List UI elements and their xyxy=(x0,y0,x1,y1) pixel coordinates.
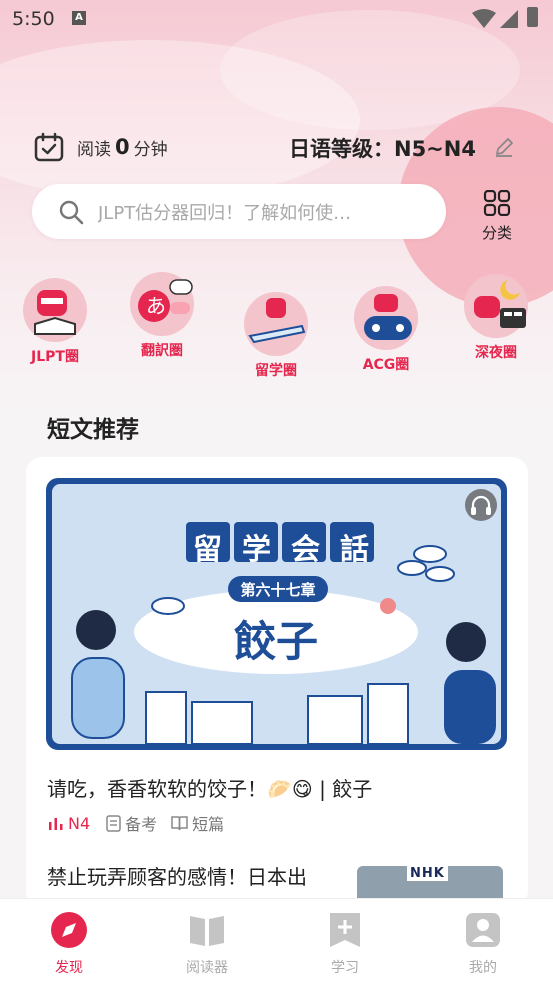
circle-acg[interactable]: ACG圈 xyxy=(346,286,426,374)
article-tag: 备考 xyxy=(125,815,158,834)
translate-mascot-icon: あ xyxy=(130,272,194,336)
tab-mine[interactable]: 我的 xyxy=(443,911,523,977)
tab-reader[interactable]: 阅读器 xyxy=(167,911,247,977)
reading-prefix: 阅读 xyxy=(77,139,111,160)
article-meta: N4 备考 短篇 xyxy=(48,811,238,835)
banner-chapter: 第六十七章 xyxy=(240,581,316,599)
category-button[interactable]: 分类 xyxy=(478,189,516,243)
circle-jlpt[interactable]: JLPT圈 xyxy=(15,278,95,366)
edit-pencil-icon[interactable] xyxy=(494,137,514,157)
reading-time[interactable]: 阅读 0 分钟 xyxy=(34,131,168,163)
bar-chart-icon xyxy=(49,818,63,830)
wifi-icon xyxy=(472,9,496,28)
article-title[interactable]: 请吃，香香软软的饺子！🥟😋 | 餃子 xyxy=(47,773,372,802)
circle-study-abroad[interactable]: 留学圈 xyxy=(236,292,316,380)
article-level: N4 xyxy=(68,813,91,833)
circle-label: 留学圈 xyxy=(255,363,297,379)
circle-translate[interactable]: あ 翻訳圏 xyxy=(122,272,202,360)
banner-illustration: 留学会話 第六十七章 餃子 xyxy=(52,484,501,745)
banner-subject: 餃子 xyxy=(233,617,318,666)
circle-label: ACG圈 xyxy=(362,357,410,373)
notification-a-icon: A xyxy=(72,11,86,25)
game-controller-mascot-icon xyxy=(354,286,418,350)
bookmark-plus-icon xyxy=(330,913,360,947)
nhk-logo: NHK xyxy=(407,866,448,881)
status-time: 5:50 xyxy=(12,8,55,30)
study-abroad-mascot-icon xyxy=(244,292,308,356)
status-bar: 5:50 A xyxy=(0,0,553,38)
grid-icon xyxy=(483,189,511,217)
battery-icon xyxy=(527,7,538,27)
svg-text:あ: あ xyxy=(146,294,166,318)
signal-icon xyxy=(500,10,518,28)
article-title-2[interactable]: 禁止玩弄顾客的感情！日本出 xyxy=(47,862,347,892)
tab-study[interactable]: 学习 xyxy=(305,911,385,977)
jlpt-mascot-icon xyxy=(23,278,87,342)
tab-discover[interactable]: 发现 xyxy=(29,911,109,977)
article-tag: 短篇 xyxy=(192,815,225,834)
circle-late-night[interactable]: 深夜圈 xyxy=(456,274,536,362)
tab-label: 我的 xyxy=(469,960,497,976)
category-label: 分类 xyxy=(481,224,512,242)
circle-label: 深夜圈 xyxy=(475,345,517,361)
book-open-icon xyxy=(190,916,224,946)
user-icon xyxy=(466,913,500,947)
book-icon xyxy=(171,816,188,831)
tab-label: 学习 xyxy=(331,960,359,976)
search-bar[interactable]: JLPT估分器回归！了解如何使… xyxy=(32,184,446,239)
compass-icon xyxy=(51,912,87,948)
late-night-mascot-icon xyxy=(464,274,528,338)
tab-label: 发现 xyxy=(55,960,83,976)
article-banner[interactable]: 留学会話 第六十七章 餃子 xyxy=(46,478,507,750)
document-icon xyxy=(106,814,121,832)
tab-label: 阅读器 xyxy=(186,960,228,976)
reading-minutes: 0 xyxy=(115,135,130,159)
japanese-level[interactable]: 日语等级：N5~N4 xyxy=(289,133,476,163)
calendar-check-icon xyxy=(34,132,64,162)
headphone-icon xyxy=(465,489,497,521)
banner-title: 留学会話 xyxy=(193,532,390,566)
search-placeholder: JLPT估分器回归！了解如何使… xyxy=(98,202,352,224)
circle-label: 翻訳圏 xyxy=(141,343,183,359)
section-title: 短文推荐 xyxy=(47,417,139,443)
reading-unit: 分钟 xyxy=(133,139,168,160)
bottom-navigation: 发现 阅读器 学习 我的 xyxy=(0,898,553,984)
search-icon xyxy=(59,200,84,224)
circle-label: JLPT圈 xyxy=(31,349,79,365)
